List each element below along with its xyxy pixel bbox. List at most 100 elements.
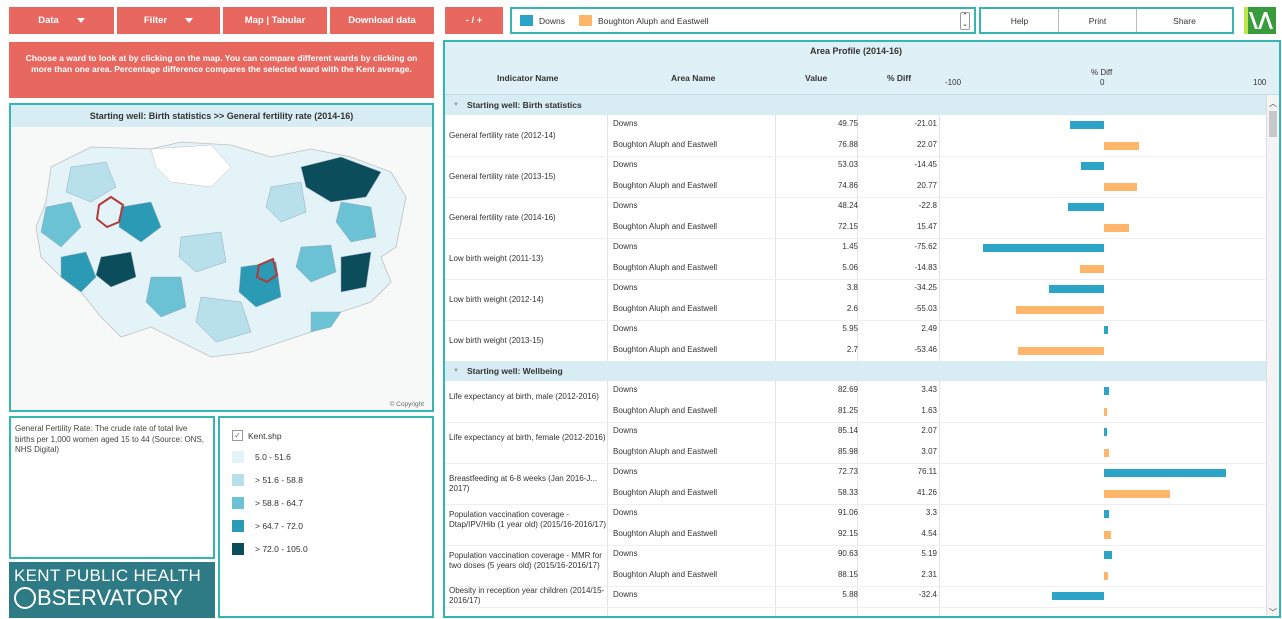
checkbox-icon[interactable]: ✓ — [232, 430, 243, 441]
table-row[interactable]: Boughton Aluph and Eastwell 72.15 15.47 — [445, 218, 1267, 238]
map-copyright[interactable]: © Copyright — [390, 401, 424, 408]
indicator-definition: General Fertility Rate: The crude rate o… — [15, 424, 204, 454]
value-cell: 53.03 — [837, 160, 858, 169]
value-cell: 5.06 — [842, 262, 858, 272]
profile-scrollbar[interactable]: ︿ ﹀ — [1266, 95, 1279, 616]
logo-line2-row: BSERVATORY — [14, 585, 211, 611]
value-cell: 92.15 — [837, 528, 858, 538]
stepper-icon[interactable]: ⌃ ⌄ — [960, 12, 970, 30]
diff-bar — [1104, 530, 1112, 539]
legend-area-boughton: Boughton Aluph and Eastwell — [597, 15, 709, 26]
plus-minus-label: - / + — [465, 15, 483, 26]
table-row[interactable]: Downs 1.45 -75.62 — [445, 238, 1267, 258]
section-header[interactable]: ▼ Starting well: Wellbeing — [445, 361, 1267, 381]
section-header[interactable]: ▼ Starting well: Birth statistics — [445, 95, 1267, 115]
table-row[interactable]: Boughton Aluph and Eastwell 58.33 41.26 — [445, 484, 1267, 504]
scroll-thumb[interactable] — [1269, 111, 1277, 137]
diff-bar — [1015, 305, 1104, 314]
table-row[interactable]: Downs 91.06 3.3 — [445, 504, 1267, 524]
table-row[interactable]: Boughton Aluph and Eastwell 92.15 4.54 — [445, 525, 1267, 545]
diff-cell: 4.54 — [921, 528, 937, 538]
table-row[interactable]: Downs 82.69 3.43 — [445, 381, 1267, 401]
data-menu-label: Data — [38, 15, 59, 26]
diff-cell: 5.19 — [921, 549, 937, 558]
area-name: Boughton Aluph and Eastwell — [613, 180, 718, 190]
scroll-up-icon[interactable]: ︿ — [1269, 98, 1277, 109]
map-title: Starting well: Birth statistics >> Gener… — [11, 105, 432, 127]
collapse-triangle-icon[interactable]: ▼ — [453, 368, 459, 374]
scroll-down-icon[interactable]: ﹀ — [1269, 607, 1277, 616]
table-row[interactable]: Downs 85.14 2.07 — [445, 422, 1267, 442]
diff-cell: 22.07 — [916, 139, 937, 149]
table-row[interactable]: Boughton Aluph and Eastwell 5.06 -14.83 — [445, 259, 1267, 279]
table-row[interactable]: Boughton Aluph and Eastwell 81.25 1.63 — [445, 402, 1267, 422]
print-button[interactable]: Print — [1059, 9, 1137, 32]
table-row[interactable]: Boughton Aluph and Eastwell 85.98 3.07 — [445, 443, 1267, 463]
area-name: Downs — [613, 508, 638, 517]
col-value-header[interactable]: Value — [805, 73, 827, 83]
diff-cell: 41.26 — [916, 487, 937, 497]
help-button[interactable]: Help — [981, 9, 1059, 32]
filter-menu-label: Filter — [143, 15, 168, 26]
table-row[interactable]: Boughton Aluph and Eastwell 76.88 22.07 — [445, 136, 1267, 156]
data-menu-button[interactable]: Data — [9, 7, 114, 34]
diff-bar — [1052, 592, 1104, 600]
share-button[interactable]: Share — [1137, 9, 1232, 32]
map-canvas[interactable]: © Copyright — [11, 127, 432, 410]
area-name: Boughton Aluph and Eastwell — [613, 446, 718, 456]
legend-item: > 64.7 - 72.0 — [232, 520, 432, 532]
filter-menu-button[interactable]: Filter — [117, 7, 220, 34]
profile-title: Area Profile (2014-16) — [809, 46, 903, 56]
diff-bar — [1104, 489, 1171, 498]
legend-swatch — [232, 497, 244, 509]
value-cell: 74.86 — [837, 180, 858, 190]
map-tabular-label: Map | Tabular — [244, 15, 306, 26]
area-name: Downs — [613, 160, 638, 169]
diff-bar — [1070, 121, 1104, 129]
diff-bar — [1104, 510, 1110, 518]
diff-bar — [983, 244, 1104, 252]
value-cell: 76.88 — [837, 139, 858, 149]
table-row[interactable]: Downs 72.73 76.11 — [445, 463, 1267, 483]
area-name: Downs — [613, 242, 638, 251]
diff-bar — [1049, 285, 1104, 293]
table-row[interactable]: Downs 49.75 -21.01 — [445, 115, 1267, 135]
area-name: Downs — [613, 590, 638, 599]
col-diff-header[interactable]: % Diff — [887, 73, 911, 83]
table-row[interactable]: Boughton Aluph and Eastwell 74.86 20.77 — [445, 177, 1267, 197]
table-row[interactable]: Downs 53.03 -14.45 — [445, 156, 1267, 176]
table-row[interactable]: Downs 3.8 -34.25 — [445, 279, 1267, 299]
collapse-triangle-icon[interactable]: ▼ — [453, 102, 459, 108]
boughton-swatch — [578, 15, 592, 26]
axis-min: -100 — [945, 78, 962, 87]
map-tabular-button[interactable]: Map | Tabular — [223, 7, 327, 34]
diff-cell: -14.45 — [914, 160, 937, 169]
download-data-button[interactable]: Download data — [330, 7, 434, 34]
table-row[interactable]: Boughton Aluph and Eastwell 2.6 -55.03 — [445, 300, 1267, 320]
table-row[interactable]: Downs 5.88 -32.4 — [445, 586, 1267, 606]
diff-cell: -21.01 — [914, 119, 937, 128]
diff-cell: -55.03 — [914, 303, 937, 313]
value-cell: 5.88 — [842, 590, 858, 599]
table-row[interactable]: Downs 90.63 5.19 — [445, 545, 1267, 565]
profile-header: Area Profile (2014-16) Indicator Name Ar… — [445, 42, 1279, 95]
area-name: Boughton Aluph and Eastwell — [613, 528, 718, 538]
legend-item-label: 5.0 - 51.6 — [255, 452, 291, 462]
diff-cell: -22.8 — [918, 201, 937, 210]
legend-item: > 58.8 - 64.7 — [232, 497, 432, 509]
area-name: Downs — [613, 283, 638, 292]
diff-bar — [1067, 203, 1104, 211]
table-row[interactable]: Boughton Aluph and Eastwell 2.7 -53.46 — [445, 341, 1267, 361]
table-row[interactable]: Downs 5.95 2.49 — [445, 320, 1267, 340]
download-data-label: Download data — [348, 15, 416, 26]
selected-areas-legend[interactable]: Downs Boughton Aluph and Eastwell ⌃ ⌄ — [510, 7, 976, 34]
table-row[interactable]: Boughton Aluph and Eastwell 88.15 2.31 — [445, 566, 1267, 586]
layer-toggle[interactable]: ✓ Kent.shp — [232, 430, 432, 441]
diff-bar — [1104, 223, 1129, 232]
table-row[interactable]: Downs 48.24 -22.8 — [445, 197, 1267, 217]
col-indicator-header[interactable]: Indicator Name — [497, 73, 558, 83]
col-area-header[interactable]: Area Name — [671, 73, 715, 83]
plus-minus-button[interactable]: - / + — [445, 7, 503, 34]
app-logo-icon[interactable] — [1244, 7, 1276, 34]
observatory-o-icon — [14, 587, 36, 609]
